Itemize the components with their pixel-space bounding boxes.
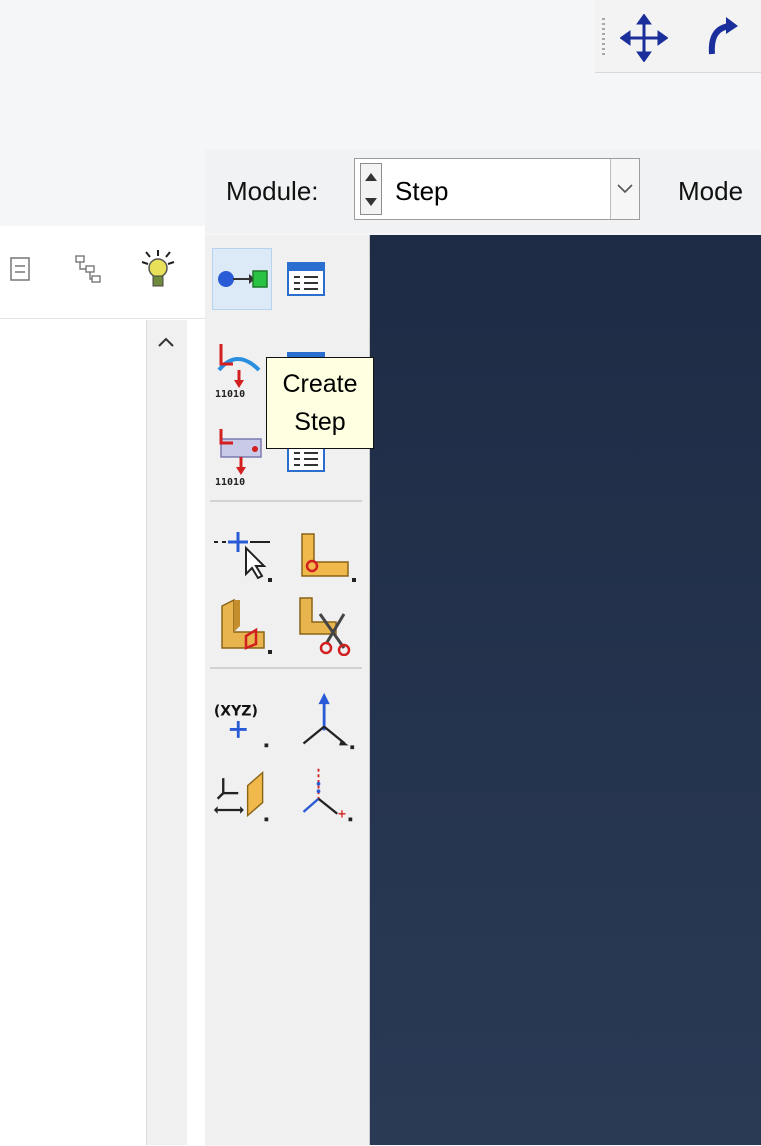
create-step-tooltip: Create Step [266,357,374,449]
module-dropdown-button[interactable] [610,159,639,219]
create-datum-point-button[interactable]: (XYZ) [212,690,272,752]
datum-axis-icon [302,692,355,750]
create-datum-csys-button[interactable]: + [296,764,356,826]
create-step-button[interactable] [212,248,272,310]
scissors-icon [299,597,351,656]
step-manager-button[interactable] [276,248,336,310]
partition-cell-icon [221,598,272,654]
datum-plane-icon [213,770,269,822]
tooltip-line-1: Create [282,370,358,398]
graphics-viewport[interactable] [370,235,761,1145]
cut-extrude-button[interactable] [296,594,356,656]
svg-text:+: + [337,808,346,821]
palette-separator [210,500,362,502]
expand-tree-icon[interactable] [8,252,36,286]
rotate-view-icon[interactable] [700,14,740,62]
query-tool-icon [214,532,272,582]
chevron-down-icon [617,184,633,194]
model-label: Mode [678,176,744,206]
step-manager-icon [287,262,325,296]
tree-structure-icon[interactable] [72,252,106,286]
create-datum-plane-button[interactable] [212,764,272,826]
spin-down-icon[interactable] [361,189,381,214]
create-step-icon [218,270,268,288]
svg-text:11010: 11010 [215,477,245,487]
create-history-output-button[interactable]: 11010 [212,424,272,487]
field-output-icon: 11010 [215,344,261,398]
palette-separator [210,667,362,669]
svg-text:11010: 11010 [215,389,245,398]
module-select-value: Step [395,176,449,206]
chevron-up-icon [158,337,174,347]
partition-face-icon [301,533,356,582]
tooltip-line-2: Step [294,408,346,436]
module-label: Module: [226,176,319,206]
partition-cell-button[interactable] [212,594,272,656]
spin-up-icon[interactable] [361,164,381,189]
partition-face-button[interactable] [296,522,356,584]
svg-text:(XYZ): (XYZ) [214,703,258,719]
module-spinner[interactable] [360,163,382,215]
datum-point-xyz-icon: (XYZ) [214,703,269,748]
tree-scrollbar[interactable] [146,320,187,1145]
lightbulb-icon[interactable] [138,248,178,292]
create-datum-axis-button[interactable] [296,690,356,752]
query-tool-button[interactable] [212,522,272,584]
pan-view-icon[interactable] [619,13,669,63]
toolbar-grip[interactable] [602,18,605,58]
datum-csys-icon: + [302,768,353,822]
scroll-up-button[interactable] [146,320,186,364]
create-field-output-button[interactable]: 11010 [212,338,272,400]
history-output-icon: 11010 [215,429,262,487]
